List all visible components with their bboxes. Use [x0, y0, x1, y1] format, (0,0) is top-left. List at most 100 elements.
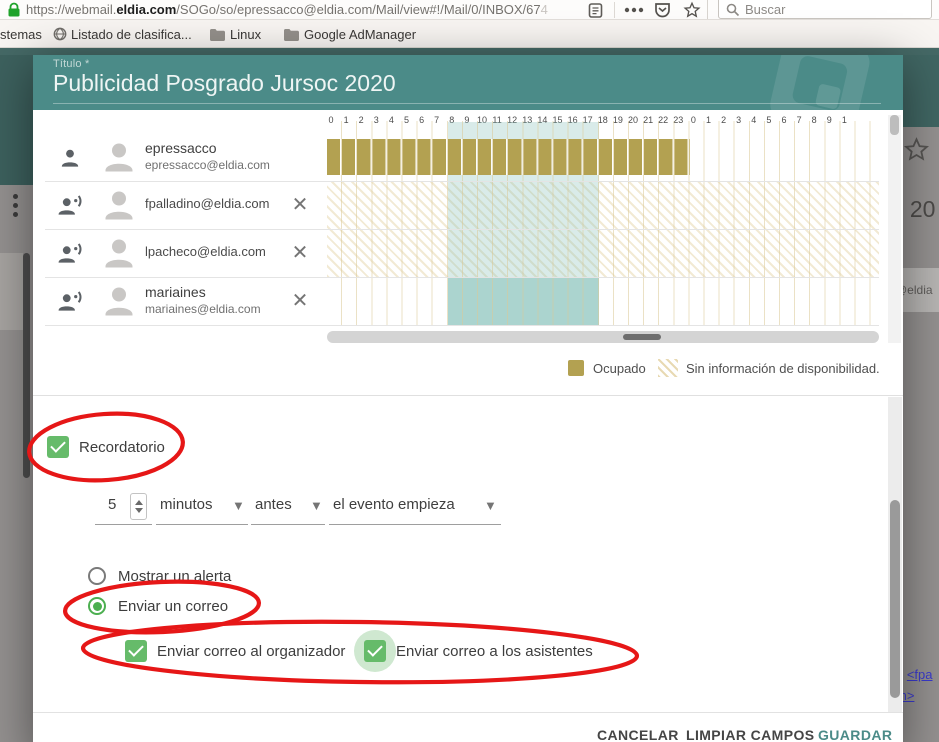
hour-label: 20 — [625, 115, 641, 125]
busy-blocks-organizer — [327, 139, 690, 175]
quantity-stepper[interactable] — [130, 493, 147, 520]
remove-attendee-button[interactable]: ✕ — [288, 241, 312, 265]
https-lock-icon — [7, 2, 21, 18]
hour-label: 6 — [776, 115, 792, 125]
avatar — [100, 282, 138, 320]
attendee-voice-icon — [57, 241, 83, 267]
chevron-down-icon[interactable]: ▼ — [310, 498, 323, 513]
radio-show-alert-label[interactable]: Mostrar un alerta — [118, 568, 231, 585]
input-underline — [329, 524, 501, 525]
page-actions-icon[interactable] — [624, 7, 644, 13]
organizer-person-icon — [57, 145, 83, 171]
hour-label: 9 — [821, 115, 837, 125]
bookmark-label: Listado de clasifica... — [71, 27, 192, 42]
bookmark-star-icon[interactable] — [683, 1, 701, 19]
remove-attendee-button[interactable]: ✕ — [288, 193, 312, 217]
attendee-row: mariaines mariaines@eldia.com ✕ — [45, 277, 325, 325]
background-scrollbar-left — [23, 253, 30, 478]
attendee-voice-icon — [57, 289, 83, 315]
radio-show-alert[interactable] — [88, 567, 106, 585]
remove-attendee-button[interactable]: ✕ — [288, 289, 312, 313]
search-box[interactable]: Buscar — [718, 0, 932, 19]
bookmarks-bar: stemas Listado de clasifica... Linux Goo… — [0, 20, 939, 48]
email-attendees-checkbox[interactable] — [364, 640, 386, 662]
bookmark-item[interactable]: Linux — [230, 27, 261, 42]
hour-label: 5 — [761, 115, 777, 125]
hour-label: 7 — [429, 115, 445, 125]
event-title-input[interactable]: Publicidad Posgrado Jursoc 2020 — [53, 70, 396, 97]
urlbar-separator — [614, 2, 615, 18]
title-field-label: Título * — [53, 58, 89, 70]
cancel-button[interactable]: CANCELAR — [597, 727, 679, 742]
attendee-voice-icon — [57, 193, 83, 219]
reader-mode-icon[interactable] — [588, 3, 603, 18]
bookmark-item[interactable]: Listado de clasifica... — [71, 27, 192, 42]
hour-label: 0 — [323, 115, 339, 125]
bookmark-item[interactable]: Google AdManager — [304, 27, 416, 42]
hour-label: 1 — [701, 115, 717, 125]
input-underline — [251, 524, 325, 525]
freebusy-vertical-scrollbar[interactable] — [888, 115, 901, 343]
hour-label: 0 — [685, 115, 701, 125]
email-organizer-label[interactable]: Enviar correo al organizador — [157, 643, 345, 660]
freebusy-hour-scale: 0123456789101112131415161718192021222301… — [327, 115, 879, 129]
bookmark-label: stemas — [0, 27, 42, 42]
attendee-email: mariaines@eldia.com — [145, 302, 261, 316]
avatar — [100, 138, 138, 176]
background-header-right — [903, 55, 939, 127]
reminder-quantity-input[interactable]: 5 — [108, 496, 116, 513]
url-fade: 4 — [541, 2, 548, 17]
folder-icon — [283, 28, 299, 41]
legend-no-info-label: Sin información de disponibilidad. — [686, 361, 880, 376]
folder-icon — [209, 28, 225, 41]
bookmark-item[interactable]: stemas — [0, 27, 42, 42]
reminder-relation-select[interactable]: antes — [255, 496, 292, 513]
radio-send-email-label[interactable]: Enviar un correo — [118, 598, 228, 615]
bookmark-label: Linux — [230, 27, 261, 42]
reminder-unit-select[interactable]: minutos — [160, 496, 213, 513]
clear-fields-button[interactable]: LIMPIAR CAMPOS — [686, 727, 815, 742]
row-separator — [45, 325, 879, 326]
attendee-row: lpacheco@eldia.com ✕ — [45, 229, 325, 277]
hour-label: 6 — [414, 115, 430, 125]
search-icon — [726, 3, 740, 17]
email-organizer-checkbox[interactable] — [125, 640, 147, 662]
background-toolbar-strip — [0, 48, 939, 55]
attendee-name: mariaines — [145, 284, 206, 300]
input-underline — [156, 524, 248, 525]
sogo-logo-watermark — [733, 55, 903, 110]
search-placeholder: Buscar — [745, 2, 785, 17]
background-star-icon — [903, 136, 930, 163]
hour-label: 2 — [716, 115, 732, 125]
dialog-vertical-scrollbar-thumb[interactable] — [890, 500, 900, 698]
globe-icon — [53, 27, 67, 41]
freebusy-horizontal-scrollbar[interactable] — [327, 331, 879, 343]
hour-label: 22 — [655, 115, 671, 125]
attendee-name: epressacco — [145, 140, 217, 156]
url-path: /SOGo/so/epressacco@eldia.com/Mail/view#… — [176, 2, 540, 17]
attendee-row: fpalladino@eldia.com ✕ — [45, 181, 325, 229]
legend-busy-swatch — [568, 360, 584, 376]
radio-send-email[interactable] — [88, 597, 106, 615]
hour-label: 2 — [353, 115, 369, 125]
chevron-down-icon[interactable]: ▼ — [484, 498, 497, 513]
pocket-icon[interactable] — [654, 2, 671, 19]
reminder-label[interactable]: Recordatorio — [79, 439, 165, 456]
hour-label: 19 — [610, 115, 626, 125]
screen: https://webmail.eldia.com/SOGo/so/epress… — [0, 0, 939, 742]
chevron-down-icon[interactable]: ▼ — [232, 498, 245, 513]
bookmark-label: Google AdManager — [304, 27, 416, 42]
address-url[interactable]: https://webmail.eldia.com/SOGo/so/epress… — [26, 2, 548, 17]
attendee-email: epressacco@eldia.com — [145, 158, 270, 172]
email-attendees-label[interactable]: Enviar correo a los asistentes — [396, 643, 593, 660]
freebusy-horizontal-scrollbar-thumb[interactable] — [623, 334, 661, 340]
background-header-left — [0, 55, 33, 185]
browser-url-bar[interactable]: https://webmail.eldia.com/SOGo/so/epress… — [0, 0, 939, 20]
save-button[interactable]: GUARDAR — [818, 727, 892, 742]
background-link: <fpa — [907, 667, 933, 682]
hour-label: 7 — [791, 115, 807, 125]
section-divider — [33, 395, 903, 396]
reminder-checkbox[interactable] — [47, 436, 69, 458]
freebusy-vertical-scrollbar-thumb[interactable] — [890, 115, 899, 135]
reminder-reference-select[interactable]: el evento empieza — [333, 496, 455, 513]
